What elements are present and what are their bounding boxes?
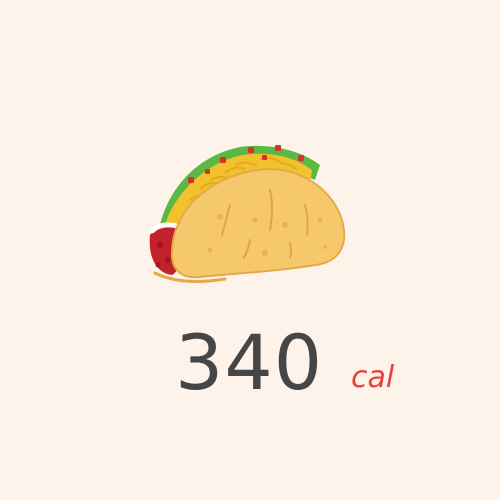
calories-value: 340: [175, 318, 324, 407]
calories-unit: cal: [351, 360, 395, 395]
calorie-readout: 340 cal: [0, 318, 500, 408]
taco-icon: [149, 145, 346, 283]
taco-illustration: [130, 125, 360, 290]
